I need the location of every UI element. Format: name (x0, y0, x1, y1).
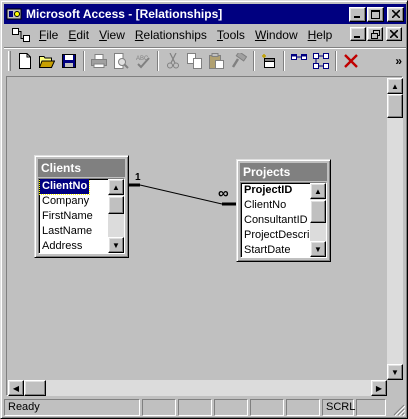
format-painter-icon[interactable] (228, 50, 250, 71)
menu-edit[interactable]: Edit (63, 26, 94, 44)
relationships-canvas[interactable]: 1 ∞ Clients ClientNo Company FirstName L… (8, 78, 388, 380)
menu-tools[interactable]: Tools (212, 26, 250, 44)
toolbar-separator (335, 50, 337, 71)
print-preview-icon[interactable] (110, 50, 132, 71)
scroll-down-arrow-icon[interactable]: ▼ (310, 241, 326, 257)
projects-scrollbar[interactable]: ▲ ▼ (310, 183, 326, 257)
scroll-left-arrow-icon[interactable]: ◀ (8, 380, 24, 396)
projects-table[interactable]: Projects ProjectID ClientNo ConsultantID… (236, 159, 331, 262)
menu-relationships[interactable]: Relationships (130, 26, 212, 44)
menu-file[interactable]: File (34, 26, 63, 44)
maximize-button[interactable] (367, 6, 384, 22)
scroll-down-arrow-icon[interactable]: ▼ (108, 237, 124, 253)
many-side-label: ∞ (218, 185, 229, 202)
workspace-horizontal-scrollbar[interactable]: ◀ ▶ (8, 380, 387, 396)
status-bar: Ready SCRL (4, 398, 406, 417)
status-panel (356, 399, 386, 416)
close-button[interactable] (387, 6, 404, 22)
window-title: Microsoft Access - [Relationships] (26, 7, 223, 21)
scroll-down-arrow-icon[interactable]: ▼ (387, 364, 403, 380)
spelling-icon[interactable]: ABC (132, 50, 154, 71)
size-grip-icon[interactable] (393, 404, 405, 416)
projects-field-list[interactable]: ProjectID ClientNo ConsultantID ProjectD… (240, 182, 327, 258)
access-key-icon[interactable] (6, 6, 22, 22)
clients-scrollbar[interactable]: ▲ ▼ (108, 179, 124, 253)
scroll-thumb[interactable] (24, 380, 46, 396)
toolbar-overflow-chevron[interactable]: » (395, 54, 402, 68)
paste-icon[interactable] (206, 50, 228, 71)
application-window: Microsoft Access - [Relationships] File … (0, 0, 408, 419)
toolbar-grip[interactable] (8, 50, 11, 71)
scroll-up-arrow-icon[interactable]: ▲ (387, 78, 403, 94)
clients-field-list[interactable]: ClientNo Company FirstName LastName Addr… (38, 178, 125, 254)
scroll-right-arrow-icon[interactable]: ▶ (371, 380, 387, 396)
status-panel (286, 399, 320, 416)
menu-help[interactable]: Help (303, 26, 338, 44)
print-icon[interactable] (88, 50, 110, 71)
clients-table-title[interactable]: Clients (38, 159, 125, 177)
scroll-thumb[interactable] (108, 196, 124, 214)
scroll-thumb[interactable] (310, 200, 326, 223)
scroll-up-arrow-icon[interactable]: ▲ (108, 179, 124, 195)
projects-table-title[interactable]: Projects (240, 163, 327, 181)
relationship-toolbar: ABC » (4, 47, 406, 73)
toolbar-separator (283, 50, 285, 71)
status-panel (214, 399, 248, 416)
scrl-indicator: SCRL (322, 399, 355, 416)
toolbar-separator (157, 50, 159, 71)
scroll-up-arrow-icon[interactable]: ▲ (310, 183, 326, 199)
status-panel (142, 399, 176, 416)
menu-bar: File Edit View Relationships Tools Windo… (4, 25, 406, 45)
workspace-vertical-scrollbar[interactable]: ▲ ▼ (387, 78, 403, 380)
status-panel (250, 399, 284, 416)
delete-icon[interactable] (340, 50, 362, 71)
show-direct-icon[interactable] (288, 50, 310, 71)
status-panel (178, 399, 212, 416)
copy-icon[interactable] (184, 50, 206, 71)
show-all-icon[interactable] (310, 50, 332, 71)
minimize-button[interactable] (349, 6, 366, 22)
relationships-window-icon[interactable] (12, 27, 30, 43)
doc-close-button[interactable] (386, 27, 402, 41)
menu-view[interactable]: View (94, 26, 130, 44)
cut-icon[interactable] (162, 50, 184, 71)
relationships-window: 1 ∞ Clients ClientNo Company FirstName L… (6, 76, 403, 396)
clients-table[interactable]: Clients ClientNo Company FirstName LastN… (34, 155, 129, 258)
title-bar[interactable]: Microsoft Access - [Relationships] (4, 4, 406, 24)
scrollbar-corner (387, 380, 403, 396)
status-text: Ready (4, 399, 140, 416)
doc-restore-button[interactable] (367, 27, 383, 41)
document-window-controls (349, 27, 404, 41)
toolbar-separator (253, 50, 255, 71)
open-icon[interactable] (36, 50, 58, 71)
show-table-icon[interactable] (258, 50, 280, 71)
new-icon[interactable] (14, 50, 36, 71)
toolbar-separator (83, 50, 85, 71)
save-icon[interactable] (58, 50, 80, 71)
doc-minimize-button[interactable] (350, 27, 366, 41)
scroll-thumb[interactable] (387, 94, 403, 118)
one-side-label: 1 (135, 172, 141, 183)
menu-window[interactable]: Window (250, 26, 303, 44)
field-clients-clientno[interactable]: ClientNo (39, 179, 91, 195)
